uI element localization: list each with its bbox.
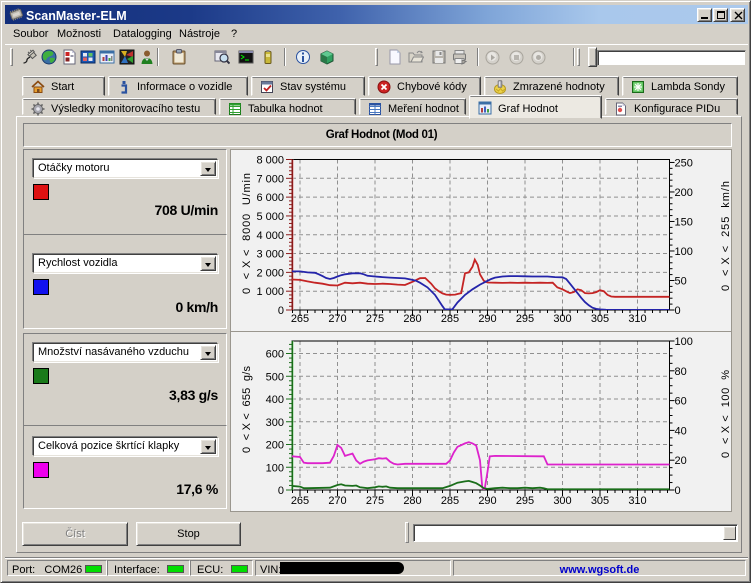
svg-text:3 000: 3 000 [256, 249, 284, 261]
svg-text:300: 300 [553, 313, 571, 325]
svg-text:310: 310 [628, 313, 646, 325]
svg-text:40: 40 [675, 425, 687, 437]
svg-text:150: 150 [675, 216, 693, 228]
svg-text:0 < X < 255 km/h: 0 < X < 255 km/h [720, 181, 732, 291]
svg-text:4 000: 4 000 [256, 230, 284, 242]
svg-text:285: 285 [441, 495, 459, 507]
svg-text:305: 305 [591, 313, 609, 325]
svg-text:265: 265 [291, 495, 309, 507]
svg-text:1 000: 1 000 [256, 286, 284, 298]
svg-text:275: 275 [366, 495, 384, 507]
svg-text:290: 290 [478, 313, 496, 325]
svg-text:20: 20 [675, 455, 687, 467]
svg-text:300: 300 [553, 495, 571, 507]
svg-text:100: 100 [675, 336, 693, 348]
svg-text:600: 600 [266, 349, 284, 361]
svg-text:200: 200 [266, 440, 284, 452]
svg-text:80: 80 [675, 366, 687, 378]
svg-text:0 < X < 655 g/s: 0 < X < 655 g/s [241, 366, 253, 454]
svg-text:295: 295 [516, 495, 534, 507]
svg-text:0 < X < 8000 U/min: 0 < X < 8000 U/min [241, 173, 253, 294]
svg-text:0: 0 [675, 305, 681, 317]
svg-text:8 000: 8 000 [256, 155, 284, 167]
svg-text:0: 0 [278, 485, 284, 497]
svg-text:0: 0 [675, 485, 681, 497]
svg-text:250: 250 [675, 157, 693, 169]
svg-text:270: 270 [328, 313, 346, 325]
svg-text:0 < X < 100 %: 0 < X < 100 % [720, 370, 732, 458]
svg-text:280: 280 [403, 495, 421, 507]
svg-text:275: 275 [366, 313, 384, 325]
svg-text:5 000: 5 000 [256, 211, 284, 223]
svg-text:280: 280 [403, 313, 421, 325]
svg-text:270: 270 [328, 495, 346, 507]
svg-text:500: 500 [266, 371, 284, 383]
svg-text:60: 60 [675, 396, 687, 408]
svg-text:265: 265 [291, 313, 309, 325]
svg-text:100: 100 [266, 462, 284, 474]
svg-text:7 000: 7 000 [256, 173, 284, 185]
svg-text:0: 0 [278, 305, 284, 317]
svg-text:50: 50 [675, 275, 687, 287]
svg-text:200: 200 [675, 187, 693, 199]
svg-text:285: 285 [441, 313, 459, 325]
svg-text:290: 290 [478, 495, 496, 507]
svg-text:310: 310 [628, 495, 646, 507]
svg-text:400: 400 [266, 394, 284, 406]
svg-text:100: 100 [675, 246, 693, 258]
svg-text:300: 300 [266, 417, 284, 429]
svg-text:6 000: 6 000 [256, 192, 284, 204]
svg-text:295: 295 [516, 313, 534, 325]
svg-text:2 000: 2 000 [256, 267, 284, 279]
svg-text:305: 305 [591, 495, 609, 507]
